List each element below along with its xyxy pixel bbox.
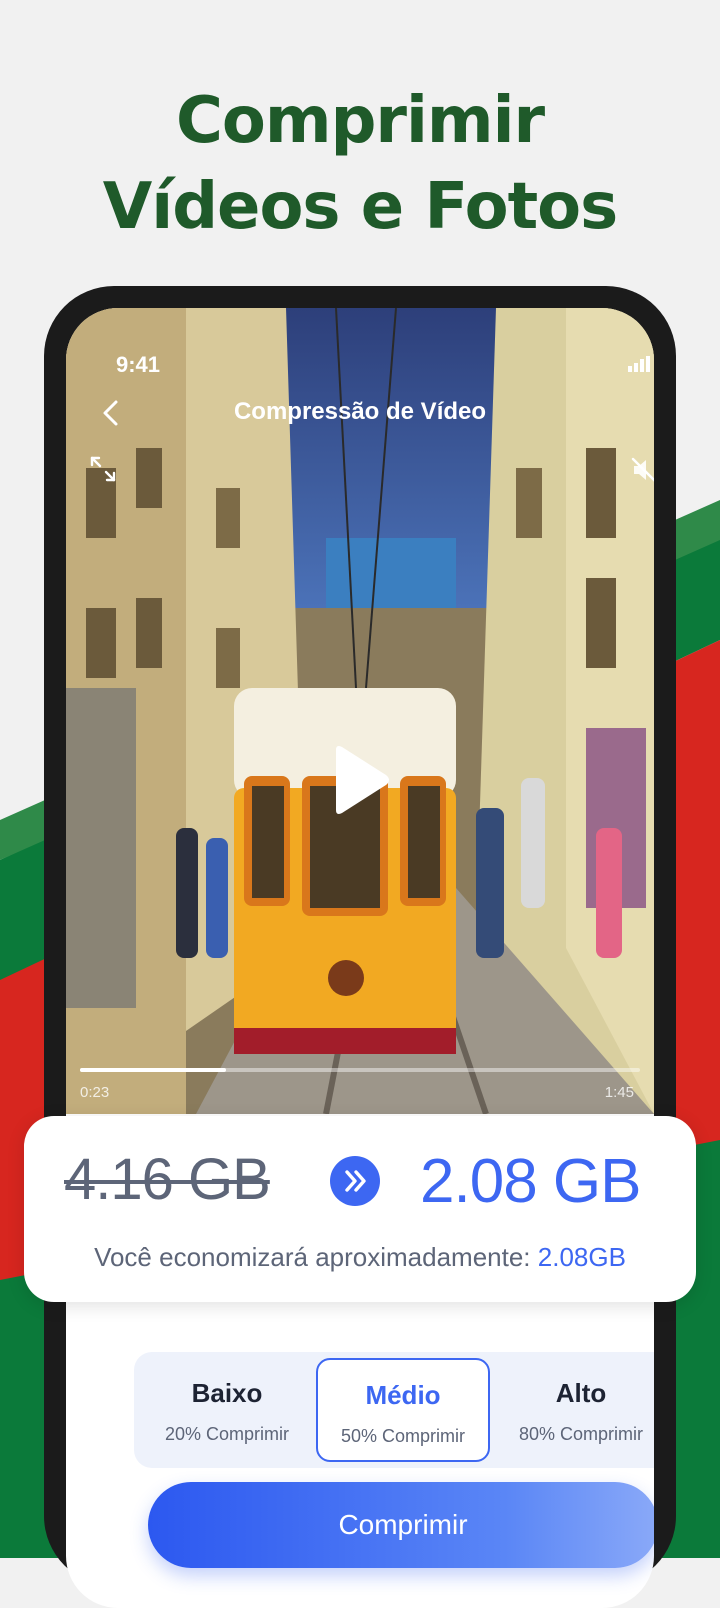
option-label: Baixo [191,1378,263,1408]
signal-icon [628,356,650,372]
headline-line-1: Comprimir [175,84,545,158]
headline: Comprimir Vídeos e Fotos [0,78,720,250]
option-low[interactable]: Baixo 20% Comprimir [140,1352,314,1468]
phone-screen: 9:41 Compressão de Vídeo 0:23 1:45 Baixo… [66,308,654,1608]
total-time: 1:45 [604,1084,634,1101]
compress-button[interactable]: Comprimir [148,1482,654,1568]
video-frame-image [66,308,654,1114]
option-subtitle: 50% Comprimir [340,1426,466,1446]
current-time: 0:23 [80,1084,110,1101]
option-high[interactable]: Alto 80% Comprimir [494,1352,654,1468]
savings-label: Você economizará aproximadamente: [94,1242,538,1272]
option-label: Alto [555,1378,607,1408]
compressed-size: 2.08 GB [420,1147,641,1216]
compression-options: Baixo 20% Comprimir Médio 50% Comprimir … [134,1352,654,1468]
option-subtitle: 80% Comprimir [518,1424,644,1444]
option-medium[interactable]: Médio 50% Comprimir [316,1358,490,1462]
status-time: 9:41 [116,352,161,377]
option-subtitle: 20% Comprimir [164,1424,290,1444]
double-chevron-right-icon [330,1156,380,1206]
savings-text: Você economizará aproximadamente: 2.08GB [24,1242,696,1273]
video-progress-fill [80,1068,226,1072]
video-progress-bar[interactable] [80,1068,640,1072]
original-size: 4.16 GB [64,1147,271,1212]
video-preview[interactable]: 9:41 Compressão de Vídeo 0:23 1:45 [66,308,654,1114]
headline-line-2: Vídeos e Fotos [102,170,618,244]
page-title: Compressão de Vídeo [233,398,487,425]
phone-frame: 9:41 Compressão de Vídeo 0:23 1:45 Baixo… [44,286,676,1608]
size-comparison-card: 4.16 GB 2.08 GB Você economizará aproxim… [24,1116,696,1302]
savings-value: 2.08GB [537,1242,626,1272]
option-label: Médio [365,1380,441,1410]
